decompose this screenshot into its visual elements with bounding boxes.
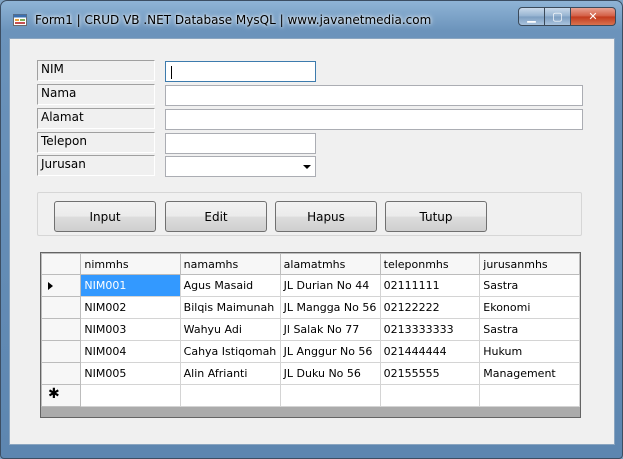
telepon-input[interactable]: [165, 133, 316, 154]
grid-corner-header[interactable]: [41, 253, 82, 275]
text-caret: [171, 66, 172, 79]
grid-cell[interactable]: Cahya Istiqomah: [179, 340, 281, 363]
tutup-button[interactable]: Tutup: [385, 201, 487, 232]
grid-table: nimmhs namamhs alamatmhs teleponmhs juru…: [41, 253, 580, 407]
row-header[interactable]: [41, 274, 82, 297]
new-row[interactable]: ✱: [41, 384, 580, 407]
nama-input[interactable]: [165, 85, 583, 106]
grid-cell[interactable]: Hukum: [479, 340, 580, 363]
grid-cell[interactable]: Bilqis Maimunah: [179, 296, 281, 319]
grid-header-row: nimmhs namamhs alamatmhs teleponmhs juru…: [41, 253, 580, 275]
grid-cell[interactable]: JL Mangga No 56: [279, 296, 381, 319]
nama-label: Nama: [37, 84, 155, 105]
grid-cell[interactable]: 02122222: [379, 296, 481, 319]
grid-cell[interactable]: NIM001: [80, 274, 181, 297]
grid-cell[interactable]: [479, 384, 580, 407]
edit-button[interactable]: Edit: [165, 201, 267, 232]
table-row[interactable]: NIM003 Wahyu Adi Jl Salak No 77 02133333…: [41, 318, 580, 341]
column-header-jurusanmhs[interactable]: jurusanmhs: [479, 253, 580, 275]
grid-cell[interactable]: Agus Masaid: [179, 274, 281, 297]
grid-cell[interactable]: NIM004: [80, 340, 181, 363]
grid-cell[interactable]: Management: [479, 362, 580, 385]
grid-cell[interactable]: 02111111: [379, 274, 481, 297]
grid-cell[interactable]: Ekonomi: [479, 296, 580, 319]
window-title: Form1 | CRUD VB .NET Database MysQL | ww…: [35, 13, 432, 27]
table-row[interactable]: NIM004 Cahya Istiqomah JL Anggur No 56 0…: [41, 340, 580, 363]
grid-cell[interactable]: [179, 384, 281, 407]
grid-cell[interactable]: NIM003: [80, 318, 181, 341]
telepon-label: Telepon: [37, 132, 155, 153]
row-header[interactable]: [41, 296, 82, 319]
grid-cell[interactable]: [80, 384, 181, 407]
row-header[interactable]: [41, 362, 82, 385]
grid-cell[interactable]: Sastra: [479, 274, 580, 297]
table-row[interactable]: NIM002 Bilqis Maimunah JL Mangga No 56 0…: [41, 296, 580, 319]
jurusan-combobox[interactable]: [165, 156, 316, 177]
input-button[interactable]: Input: [54, 201, 156, 232]
close-button[interactable]: ✕: [571, 7, 616, 26]
grid-cell[interactable]: NIM005: [80, 362, 181, 385]
grid-cell[interactable]: Sastra: [479, 318, 580, 341]
new-row-icon: ✱: [48, 386, 60, 402]
data-grid[interactable]: nimmhs namamhs alamatmhs teleponmhs juru…: [40, 252, 581, 418]
grid-cell[interactable]: [379, 384, 481, 407]
form-client-area: NIM Nama Alamat Telepon Jurusan Input Ed…: [9, 38, 615, 445]
grid-cell[interactable]: 0213333333: [379, 318, 481, 341]
jurusan-label: Jurusan: [37, 155, 155, 176]
close-icon: ✕: [588, 10, 598, 23]
alamat-label: Alamat: [37, 108, 155, 129]
alamat-input[interactable]: [165, 109, 583, 130]
current-row-pointer-icon: [48, 282, 53, 290]
column-header-alamatmhs[interactable]: alamatmhs: [279, 253, 381, 275]
column-header-namamhs[interactable]: namamhs: [179, 253, 281, 275]
grid-cell[interactable]: JL Anggur No 56: [279, 340, 381, 363]
maximize-icon: ▢: [552, 10, 563, 23]
maximize-button[interactable]: ▢: [545, 7, 571, 26]
row-header[interactable]: [41, 340, 82, 363]
minimize-icon: ▁: [527, 10, 536, 23]
grid-cell[interactable]: NIM002: [80, 296, 181, 319]
grid-cell[interactable]: JL Durian No 44: [279, 274, 381, 297]
app-form-icon: [13, 14, 27, 26]
minimize-button[interactable]: ▁: [518, 7, 545, 26]
grid-cell[interactable]: 02155555: [379, 362, 481, 385]
row-header[interactable]: [41, 318, 82, 341]
grid-cell[interactable]: 021444444: [379, 340, 481, 363]
column-header-nimmhs[interactable]: nimmhs: [80, 253, 181, 275]
column-header-teleponmhs[interactable]: teleponmhs: [379, 253, 481, 275]
title-bar[interactable]: Form1 | CRUD VB .NET Database MysQL | ww…: [1, 1, 622, 31]
grid-cell[interactable]: Jl Salak No 77: [279, 318, 381, 341]
grid-cell[interactable]: Alin Afrianti: [179, 362, 281, 385]
caption-buttons: ▁ ▢ ✕: [518, 7, 616, 27]
grid-cell[interactable]: Wahyu Adi: [179, 318, 281, 341]
row-header[interactable]: ✱: [41, 384, 82, 407]
dropdown-arrow-icon[interactable]: [303, 165, 311, 169]
grid-cell[interactable]: [279, 384, 381, 407]
application-window: Form1 | CRUD VB .NET Database MysQL | ww…: [0, 0, 623, 459]
nim-input[interactable]: [165, 61, 316, 82]
table-row[interactable]: NIM001 Agus Masaid JL Durian No 44 02111…: [41, 274, 580, 297]
grid-cell[interactable]: JL Duku No 56: [279, 362, 381, 385]
nim-label: NIM: [37, 60, 155, 81]
hapus-button[interactable]: Hapus: [275, 201, 377, 232]
table-row[interactable]: NIM005 Alin Afrianti JL Duku No 56 02155…: [41, 362, 580, 385]
